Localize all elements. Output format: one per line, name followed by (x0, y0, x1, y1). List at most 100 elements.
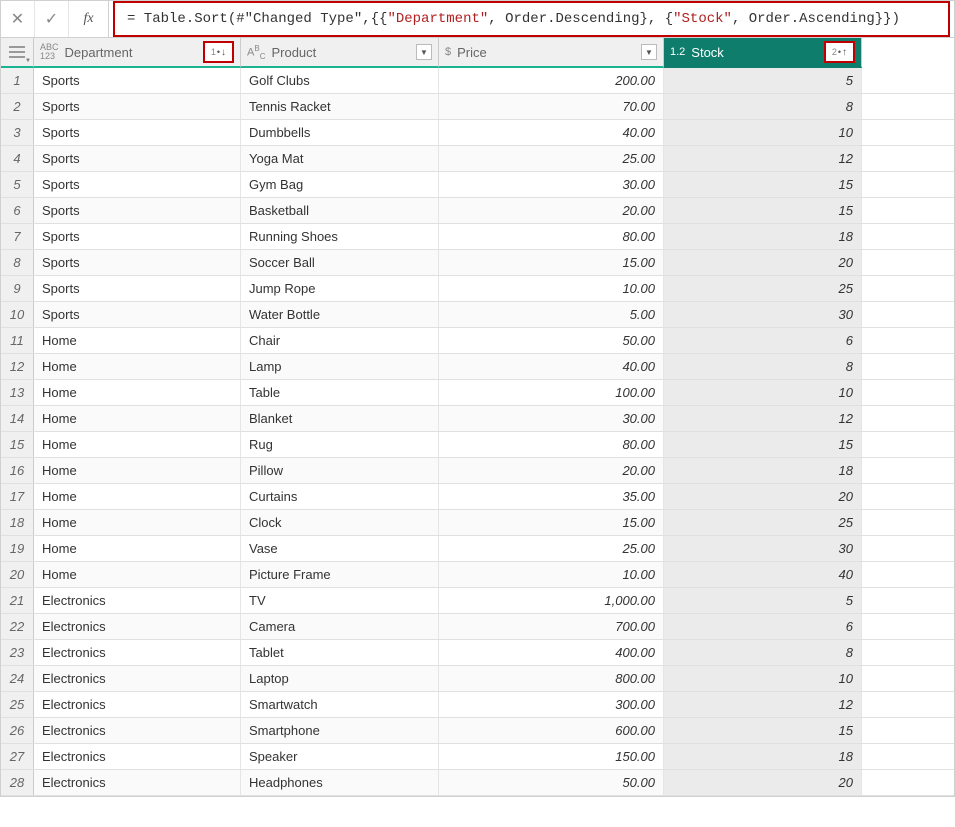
table-row[interactable]: 5SportsGym Bag30.0015 (1, 172, 954, 198)
cell-department[interactable]: Home (34, 458, 241, 483)
table-row[interactable]: 27ElectronicsSpeaker150.0018 (1, 744, 954, 770)
row-number[interactable]: 19 (1, 536, 34, 561)
cell-price[interactable]: 50.00 (439, 770, 664, 795)
cell-product[interactable]: Headphones (241, 770, 439, 795)
column-header-stock[interactable]: 1.2Stock2•↑ (664, 38, 862, 68)
cell-department[interactable]: Home (34, 406, 241, 431)
table-row[interactable]: 19HomeVase25.0030 (1, 536, 954, 562)
cell-price[interactable]: 25.00 (439, 146, 664, 171)
cell-stock[interactable]: 18 (664, 224, 862, 249)
cell-price[interactable]: 15.00 (439, 510, 664, 535)
table-row[interactable]: 6SportsBasketball20.0015 (1, 198, 954, 224)
table-row[interactable]: 12HomeLamp40.008 (1, 354, 954, 380)
cell-product[interactable]: Basketball (241, 198, 439, 223)
cell-stock[interactable]: 20 (664, 484, 862, 509)
row-number[interactable]: 25 (1, 692, 34, 717)
cell-price[interactable]: 800.00 (439, 666, 664, 691)
formula-cancel-button[interactable]: ✕ (1, 1, 35, 37)
table-row[interactable]: 4SportsYoga Mat25.0012 (1, 146, 954, 172)
cell-product[interactable]: Clock (241, 510, 439, 535)
table-row[interactable]: 21ElectronicsTV1,000.005 (1, 588, 954, 614)
row-number[interactable]: 5 (1, 172, 34, 197)
table-row[interactable]: 15HomeRug80.0015 (1, 432, 954, 458)
cell-price[interactable]: 20.00 (439, 198, 664, 223)
cell-price[interactable]: 5.00 (439, 302, 664, 327)
cell-product[interactable]: Golf Clubs (241, 68, 439, 93)
cell-stock[interactable]: 20 (664, 250, 862, 275)
row-number[interactable]: 4 (1, 146, 34, 171)
cell-price[interactable]: 10.00 (439, 562, 664, 587)
cell-price[interactable]: 700.00 (439, 614, 664, 639)
cell-product[interactable]: TV (241, 588, 439, 613)
table-row[interactable]: 20HomePicture Frame10.0040 (1, 562, 954, 588)
cell-department[interactable]: Electronics (34, 718, 241, 743)
cell-price[interactable]: 25.00 (439, 536, 664, 561)
row-number[interactable]: 18 (1, 510, 34, 535)
cell-department[interactable]: Electronics (34, 588, 241, 613)
row-number[interactable]: 24 (1, 666, 34, 691)
cell-product[interactable]: Jump Rope (241, 276, 439, 301)
formula-confirm-button[interactable]: ✓ (35, 1, 69, 37)
cell-price[interactable]: 200.00 (439, 68, 664, 93)
table-row[interactable]: 7SportsRunning Shoes80.0018 (1, 224, 954, 250)
cell-price[interactable]: 15.00 (439, 250, 664, 275)
cell-price[interactable]: 30.00 (439, 406, 664, 431)
select-all-corner[interactable]: ▼ (1, 38, 34, 68)
cell-department[interactable]: Sports (34, 302, 241, 327)
cell-price[interactable]: 80.00 (439, 224, 664, 249)
column-header-price[interactable]: $Price▼ (439, 38, 664, 68)
cell-department[interactable]: Home (34, 432, 241, 457)
cell-product[interactable]: Smartwatch (241, 692, 439, 717)
row-number[interactable]: 21 (1, 588, 34, 613)
cell-department[interactable]: Home (34, 562, 241, 587)
cell-department[interactable]: Sports (34, 172, 241, 197)
cell-product[interactable]: Yoga Mat (241, 146, 439, 171)
table-row[interactable]: 2SportsTennis Racket70.008 (1, 94, 954, 120)
cell-stock[interactable]: 8 (664, 354, 862, 379)
cell-department[interactable]: Sports (34, 94, 241, 119)
cell-product[interactable]: Soccer Ball (241, 250, 439, 275)
cell-stock[interactable]: 30 (664, 302, 862, 327)
table-row[interactable]: 3SportsDumbbells40.0010 (1, 120, 954, 146)
filter-dropdown[interactable]: ▼ (416, 44, 432, 60)
cell-price[interactable]: 600.00 (439, 718, 664, 743)
fx-icon[interactable]: fx (69, 1, 109, 37)
table-row[interactable]: 13HomeTable100.0010 (1, 380, 954, 406)
cell-stock[interactable]: 25 (664, 510, 862, 535)
cell-department[interactable]: Home (34, 536, 241, 561)
cell-price[interactable]: 70.00 (439, 94, 664, 119)
cell-product[interactable]: Vase (241, 536, 439, 561)
table-row[interactable]: 28ElectronicsHeadphones50.0020 (1, 770, 954, 796)
cell-stock[interactable]: 15 (664, 718, 862, 743)
table-row[interactable]: 8SportsSoccer Ball15.0020 (1, 250, 954, 276)
cell-stock[interactable]: 12 (664, 146, 862, 171)
cell-stock[interactable]: 6 (664, 614, 862, 639)
cell-department[interactable]: Sports (34, 224, 241, 249)
table-row[interactable]: 16HomePillow20.0018 (1, 458, 954, 484)
row-number[interactable]: 12 (1, 354, 34, 379)
cell-price[interactable]: 80.00 (439, 432, 664, 457)
cell-product[interactable]: Laptop (241, 666, 439, 691)
table-row[interactable]: 22ElectronicsCamera700.006 (1, 614, 954, 640)
cell-price[interactable]: 40.00 (439, 120, 664, 145)
row-number[interactable]: 28 (1, 770, 34, 795)
cell-product[interactable]: Smartphone (241, 718, 439, 743)
row-number[interactable]: 17 (1, 484, 34, 509)
cell-product[interactable]: Camera (241, 614, 439, 639)
sort-indicator[interactable]: 1•↓ (203, 41, 234, 63)
cell-stock[interactable]: 15 (664, 172, 862, 197)
column-header-department[interactable]: ABC123Department1•↓ (34, 38, 241, 68)
table-row[interactable]: 1SportsGolf Clubs200.005 (1, 68, 954, 94)
cell-stock[interactable]: 12 (664, 406, 862, 431)
row-number[interactable]: 14 (1, 406, 34, 431)
cell-department[interactable]: Sports (34, 250, 241, 275)
table-row[interactable]: 24ElectronicsLaptop800.0010 (1, 666, 954, 692)
cell-product[interactable]: Blanket (241, 406, 439, 431)
row-number[interactable]: 22 (1, 614, 34, 639)
row-number[interactable]: 6 (1, 198, 34, 223)
cell-price[interactable]: 40.00 (439, 354, 664, 379)
sort-indicator[interactable]: 2•↑ (824, 41, 855, 63)
cell-stock[interactable]: 10 (664, 666, 862, 691)
cell-stock[interactable]: 12 (664, 692, 862, 717)
cell-stock[interactable]: 8 (664, 640, 862, 665)
